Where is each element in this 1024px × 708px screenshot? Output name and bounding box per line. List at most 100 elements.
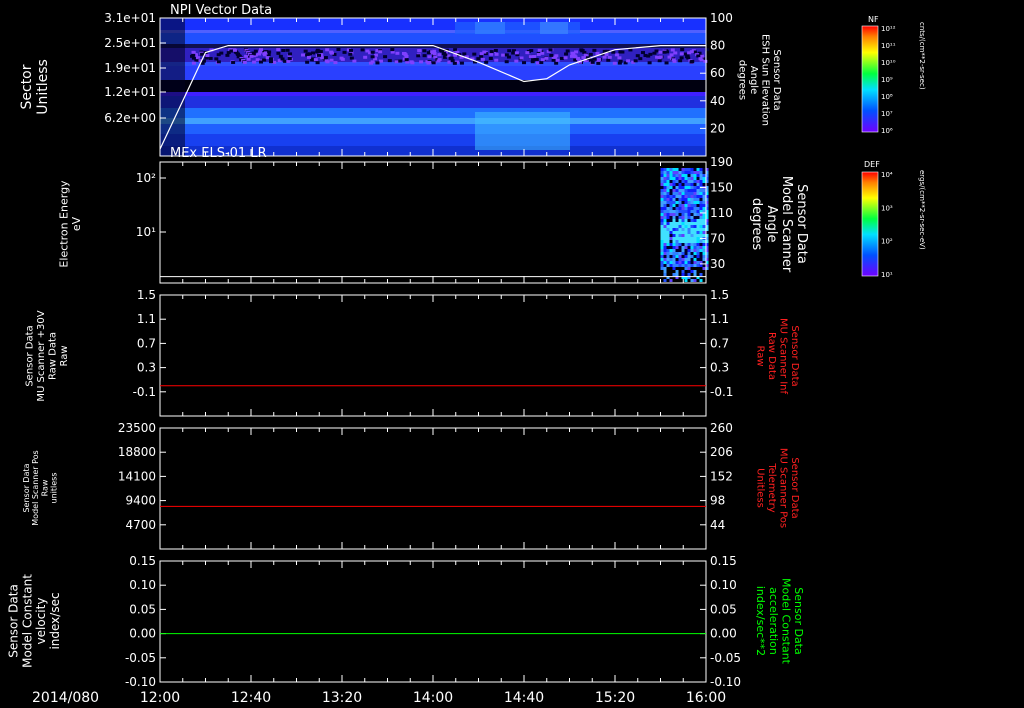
- mu-raw-right-tick-label: 0.3: [710, 361, 729, 375]
- npi-speckle: [606, 58, 611, 62]
- npi-left-tick-label: 2.5e+01: [104, 36, 156, 50]
- els-pixel: [696, 180, 700, 183]
- npi-speckle: [410, 61, 415, 65]
- els-pixel: [663, 192, 667, 195]
- els-pixel: [675, 192, 679, 195]
- els-pixel: [696, 252, 700, 255]
- els-right-label-line-1: Model Scanner: [779, 176, 794, 273]
- els-pixel: [687, 180, 691, 183]
- colorbar-nf-tick-label: 10¹⁰: [881, 59, 896, 67]
- els-pixel: [663, 237, 667, 240]
- els-pixel: [681, 174, 685, 177]
- els-pixel: [660, 192, 664, 195]
- els-pixel: [666, 270, 670, 273]
- els-pixel: [699, 207, 703, 210]
- els-pixel: [696, 243, 700, 246]
- els-pixel: [669, 234, 673, 237]
- els-right-tick-label: 30: [710, 257, 725, 271]
- els-pixel: [687, 216, 691, 219]
- els-pixel: [690, 177, 694, 180]
- npi-speckle: [580, 49, 585, 53]
- els-pixel: [699, 222, 703, 225]
- els-pixel: [678, 258, 682, 261]
- els-pixel: [678, 189, 682, 192]
- els-pixel: [681, 228, 685, 231]
- npi-speckle: [662, 50, 667, 54]
- els-pixel: [663, 234, 667, 237]
- els-pixel: [678, 267, 682, 270]
- constant-ylabel-line-1: Model Constant: [20, 574, 34, 668]
- constant-right-label-line-0: Sensor Data: [792, 587, 805, 654]
- els-pixel: [690, 264, 694, 267]
- els-pixel: [666, 201, 670, 204]
- els-pixel: [684, 279, 688, 282]
- els-pixel: [702, 249, 706, 252]
- time-tick-label: 14:00: [413, 690, 453, 706]
- els-pixel: [663, 255, 667, 258]
- els-pixel: [702, 273, 706, 276]
- colorbar-nf-tick-label: 10⁸: [881, 93, 893, 101]
- npi-speckle: [555, 58, 560, 62]
- els-pixel: [687, 189, 691, 192]
- els-pixel: [678, 255, 682, 258]
- els-pixel: [699, 201, 703, 204]
- els-pixel: [660, 231, 664, 234]
- els-pixel: [666, 210, 670, 213]
- npi-speckle: [549, 53, 554, 57]
- els-pixel: [696, 168, 700, 171]
- els-pixel: [687, 249, 691, 252]
- els-pixel: [675, 243, 679, 246]
- npi-speckle: [670, 48, 675, 52]
- els-pixel: [690, 204, 694, 207]
- npi-speckle: [437, 53, 442, 57]
- npi-speckle: [459, 61, 464, 65]
- mu-raw-right-label-line-3: Raw: [754, 345, 765, 366]
- npi-speckle: [339, 56, 344, 60]
- els-pixel: [678, 252, 682, 255]
- els-pixel: [693, 270, 697, 273]
- constant-right-label: Sensor DataModel Constantaccelerationind…: [754, 578, 805, 665]
- els-pixel: [666, 198, 670, 201]
- els-pixel: [663, 204, 667, 207]
- els-pixel: [702, 207, 706, 210]
- npi-speckle: [378, 50, 383, 54]
- els-pixel: [699, 195, 703, 198]
- npi-speckle: [390, 48, 395, 52]
- npi-speckle: [306, 55, 311, 59]
- els-pixel: [702, 219, 706, 222]
- npi-speckle: [229, 49, 234, 53]
- date-label: 2014/080: [32, 690, 99, 706]
- els-pixel: [681, 198, 685, 201]
- npi-ylabel-line-0: Sector: [19, 64, 35, 109]
- els-pixel: [693, 267, 697, 270]
- els-pixel: [702, 189, 706, 192]
- npi-speckle: [514, 59, 519, 63]
- npi-right-label-line-2: Angle: [748, 66, 759, 94]
- els-pixel: [669, 258, 673, 261]
- els-pixel: [681, 219, 685, 222]
- els-pixel: [699, 219, 703, 222]
- els-pixel: [675, 252, 679, 255]
- els-pixel: [663, 264, 667, 267]
- els-pixel: [660, 243, 664, 246]
- els-pixel: [669, 183, 673, 186]
- npi-left-tick-label: 1.2e+01: [104, 85, 156, 99]
- els-pixel: [663, 270, 667, 273]
- npi-speckle: [417, 49, 422, 53]
- els-pixel: [672, 237, 676, 240]
- els-pixel: [684, 207, 688, 210]
- els-pixel: [681, 243, 685, 246]
- els-pixel: [678, 180, 682, 183]
- els-pixel: [696, 228, 700, 231]
- els-pixel: [687, 177, 691, 180]
- mu-raw-right-tick-label: -0.1: [710, 385, 733, 399]
- npi-speckle: [427, 60, 432, 64]
- els-pixel: [672, 168, 676, 171]
- els-pixel: [684, 198, 688, 201]
- els-pixel: [663, 267, 667, 270]
- els-pixel: [681, 213, 685, 216]
- els-pixel: [696, 183, 700, 186]
- els-pixel: [684, 234, 688, 237]
- els-pixel: [675, 279, 679, 282]
- els-pixel: [687, 225, 691, 228]
